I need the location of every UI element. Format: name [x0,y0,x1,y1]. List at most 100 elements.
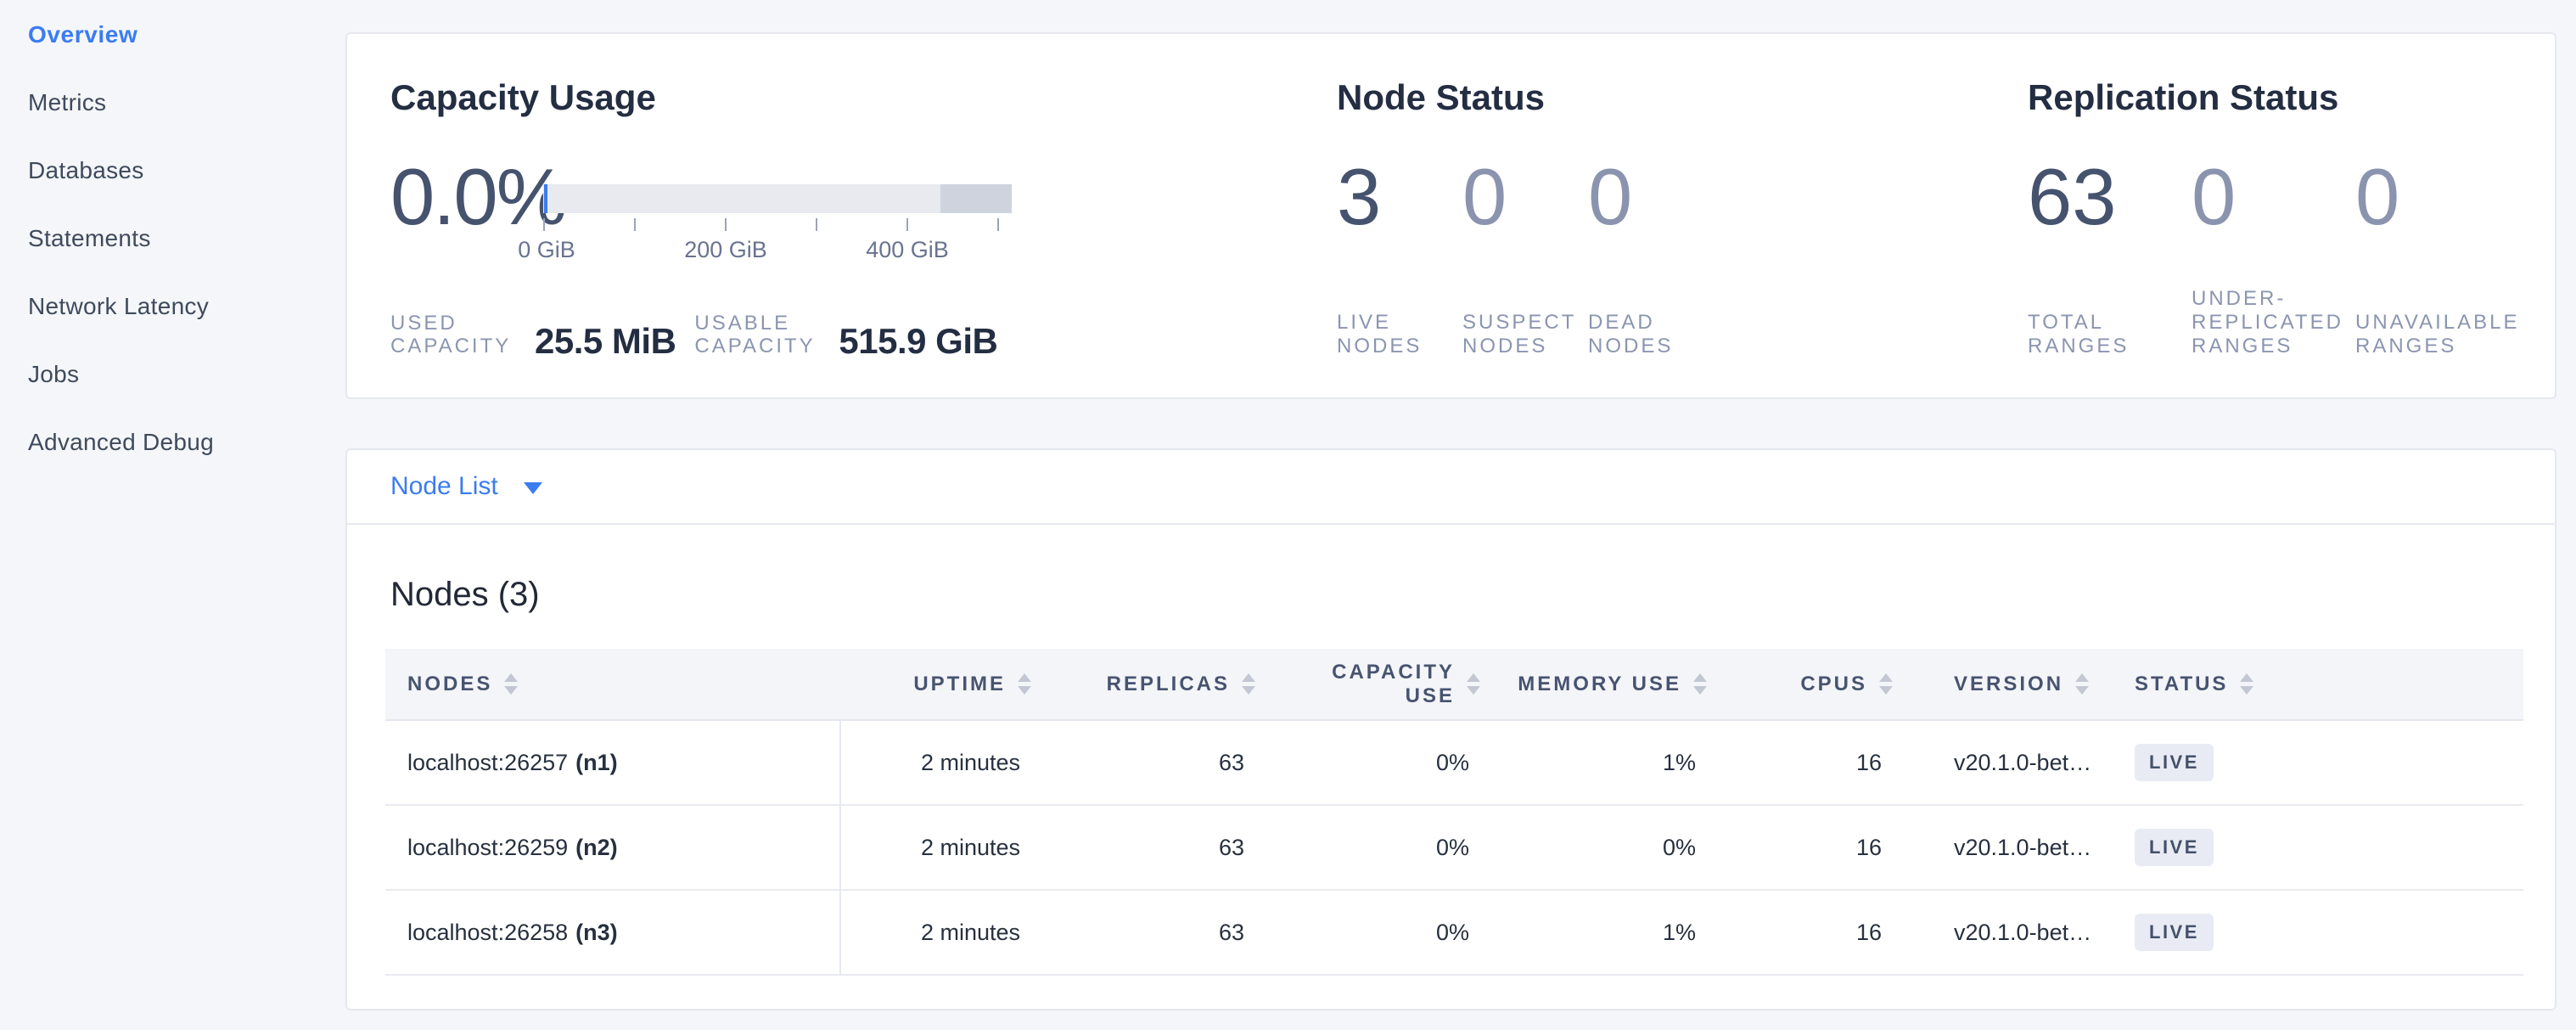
uptime-cell: 2 minutes [839,750,1031,776]
nodes-table-body: localhost:26257 (n1) 2 minutes 63 0% 1% 1… [385,721,2523,976]
usable-capacity-stat: Usable Capacity 515.9 GiB [694,312,997,360]
node-id: (n2) [575,835,618,860]
memory-use-cell: 1% [1480,920,1707,946]
live-nodes-stat: 3 Live Nodes [1337,156,1462,358]
used-capacity-label: Used Capacity [390,312,519,357]
replicas-cell: 63 [1031,835,1255,861]
uptime-cell: 2 minutes [839,920,1031,946]
sidebar: Overview Metrics Databases Statements Ne… [0,0,345,1030]
replication-status-section: Replication Status 63 Total Ranges 0 Und… [2028,34,2555,397]
replication-stats: 63 Total Ranges 0 Under-Replicated Range… [2028,156,2555,358]
sort-icon [1242,673,1255,695]
capacity-bar-track [543,184,1012,213]
capacity-use-cell: 0% [1255,920,1480,946]
capacity-bar-reserved-segment [940,184,1012,213]
node-list-card: Node List Nodes (3) Nodes Uptime [345,448,2556,1010]
capacity-usage-section: Capacity Usage 0.0% 0 Gi [347,34,1337,397]
node-cell: localhost:26259 (n2) [385,835,839,861]
sort-icon [1018,673,1031,695]
replication-status-title: Replication Status [2028,76,2555,119]
column-header-cpus[interactable]: CPUs [1707,673,1893,696]
nodes-table-header: Nodes Uptime Replicas Capacity Use [385,649,2523,721]
usable-capacity-label: Usable Capacity [694,312,823,357]
table-row[interactable]: localhost:26257(n1) 2 minutes 63 0% 1% 1… [385,721,2523,806]
axis-tick [906,218,908,231]
capacity-stats: Used Capacity 25.5 MiB Usable Capacity 5… [390,312,1337,360]
axis-tick [543,218,545,231]
sort-icon [2075,673,2089,695]
node-list-dropdown-label: Node List [390,472,498,501]
nodes-table-section: Nodes (3) Nodes Uptime Replicas [347,576,2555,976]
node-cell: localhost:26257 (n1) [385,750,839,776]
capacity-used-percent: 0.0% [390,156,543,238]
replicas-cell: 63 [1031,920,1255,946]
column-header-capacity-use[interactable]: Capacity Use [1255,661,1480,708]
sidebar-item-jobs[interactable]: Jobs [0,341,345,408]
under-replicated-ranges-value: 0 [2192,156,2355,238]
axis-tick [816,218,817,231]
cluster-summary-card: Capacity Usage 0.0% 0 Gi [345,32,2556,399]
table-row[interactable]: localhost:26259(n2) 2 minutes 63 0% 0% 1… [385,806,2523,891]
nodes-table-title: Nodes (3) [390,576,2523,613]
sidebar-item-overview[interactable]: Overview [0,1,345,69]
sort-icon [2240,673,2253,695]
status-cell: LIVE [2132,914,2523,951]
sort-icon [504,673,518,695]
status-badge: LIVE [2135,744,2214,781]
version-cell: v20.1.0-bet… [1893,835,2132,861]
sidebar-item-statements[interactable]: Statements [0,205,345,273]
live-nodes-label: Live Nodes [1337,311,1462,358]
node-status-stats: 3 Live Nodes 0 Suspect Nodes 0 Dead Node… [1337,156,2028,358]
sidebar-item-databases[interactable]: Databases [0,137,345,205]
chevron-down-icon [524,482,542,494]
axis-tick [997,218,999,231]
capacity-usage-title: Capacity Usage [390,76,1337,119]
unavailable-ranges-stat: 0 Unavailable Ranges [2355,156,2519,358]
axis-tick [634,218,636,231]
sidebar-item-metrics[interactable]: Metrics [0,69,345,137]
column-header-replicas[interactable]: Replicas [1031,673,1255,696]
node-list-toolbar: Node List [347,450,2555,525]
node-status-section: Node Status 3 Live Nodes 0 Suspect Nodes… [1337,34,2028,397]
node-id: (n1) [575,750,618,775]
uptime-cell: 2 minutes [839,835,1031,861]
axis-tick-label: 0 GiB [518,237,575,263]
axis-tick-label: 400 GiB [866,237,949,263]
capacity-bar-chart: 0 GiB 200 GiB 400 GiB [543,184,1019,238]
status-badge: LIVE [2135,914,2214,951]
under-replicated-ranges-stat: 0 Under-Replicated Ranges [2192,156,2355,358]
total-ranges-label: Total Ranges [2028,311,2192,358]
dead-nodes-stat: 0 Dead Nodes [1588,156,1714,358]
used-capacity-value: 25.5 MiB [535,323,676,360]
column-header-memory-use[interactable]: Memory Use [1480,673,1707,696]
dead-nodes-label: Dead Nodes [1588,311,1714,358]
suspect-nodes-label: Suspect Nodes [1462,311,1597,358]
unavailable-ranges-value: 0 [2355,156,2519,238]
status-cell: LIVE [2132,829,2523,866]
column-header-nodes[interactable]: Nodes [385,673,839,696]
column-header-version[interactable]: Version [1893,673,2132,696]
node-list-dropdown[interactable]: Node List [390,472,542,501]
node-link[interactable]: localhost:26257 [407,750,568,775]
cpus-cell: 16 [1707,920,1893,946]
node-link[interactable]: localhost:26258 [407,920,568,945]
total-ranges-value: 63 [2028,156,2192,238]
node-status-title: Node Status [1337,76,2028,119]
capacity-bar-used-segment [544,184,547,213]
under-replicated-ranges-label: Under-Replicated Ranges [2192,287,2364,358]
dead-nodes-value: 0 [1588,156,1714,238]
sort-icon [1693,673,1707,695]
status-badge: LIVE [2135,829,2214,866]
column-header-uptime[interactable]: Uptime [839,673,1031,696]
main-content: Capacity Usage 0.0% 0 Gi [345,0,2576,1030]
sidebar-item-network-latency[interactable]: Network Latency [0,273,345,341]
sort-icon [1467,673,1480,695]
usable-capacity-value: 515.9 GiB [839,323,997,360]
total-ranges-stat: 63 Total Ranges [2028,156,2192,358]
nodes-table: Nodes Uptime Replicas Capacity Use [385,649,2523,976]
sidebar-item-advanced-debug[interactable]: Advanced Debug [0,408,345,476]
column-header-status[interactable]: Status [2132,673,2523,696]
cluster-overview-page: Overview Metrics Databases Statements Ne… [0,0,2576,1030]
node-link[interactable]: localhost:26259 [407,835,568,860]
table-row[interactable]: localhost:26258(n3) 2 minutes 63 0% 1% 1… [385,891,2523,976]
